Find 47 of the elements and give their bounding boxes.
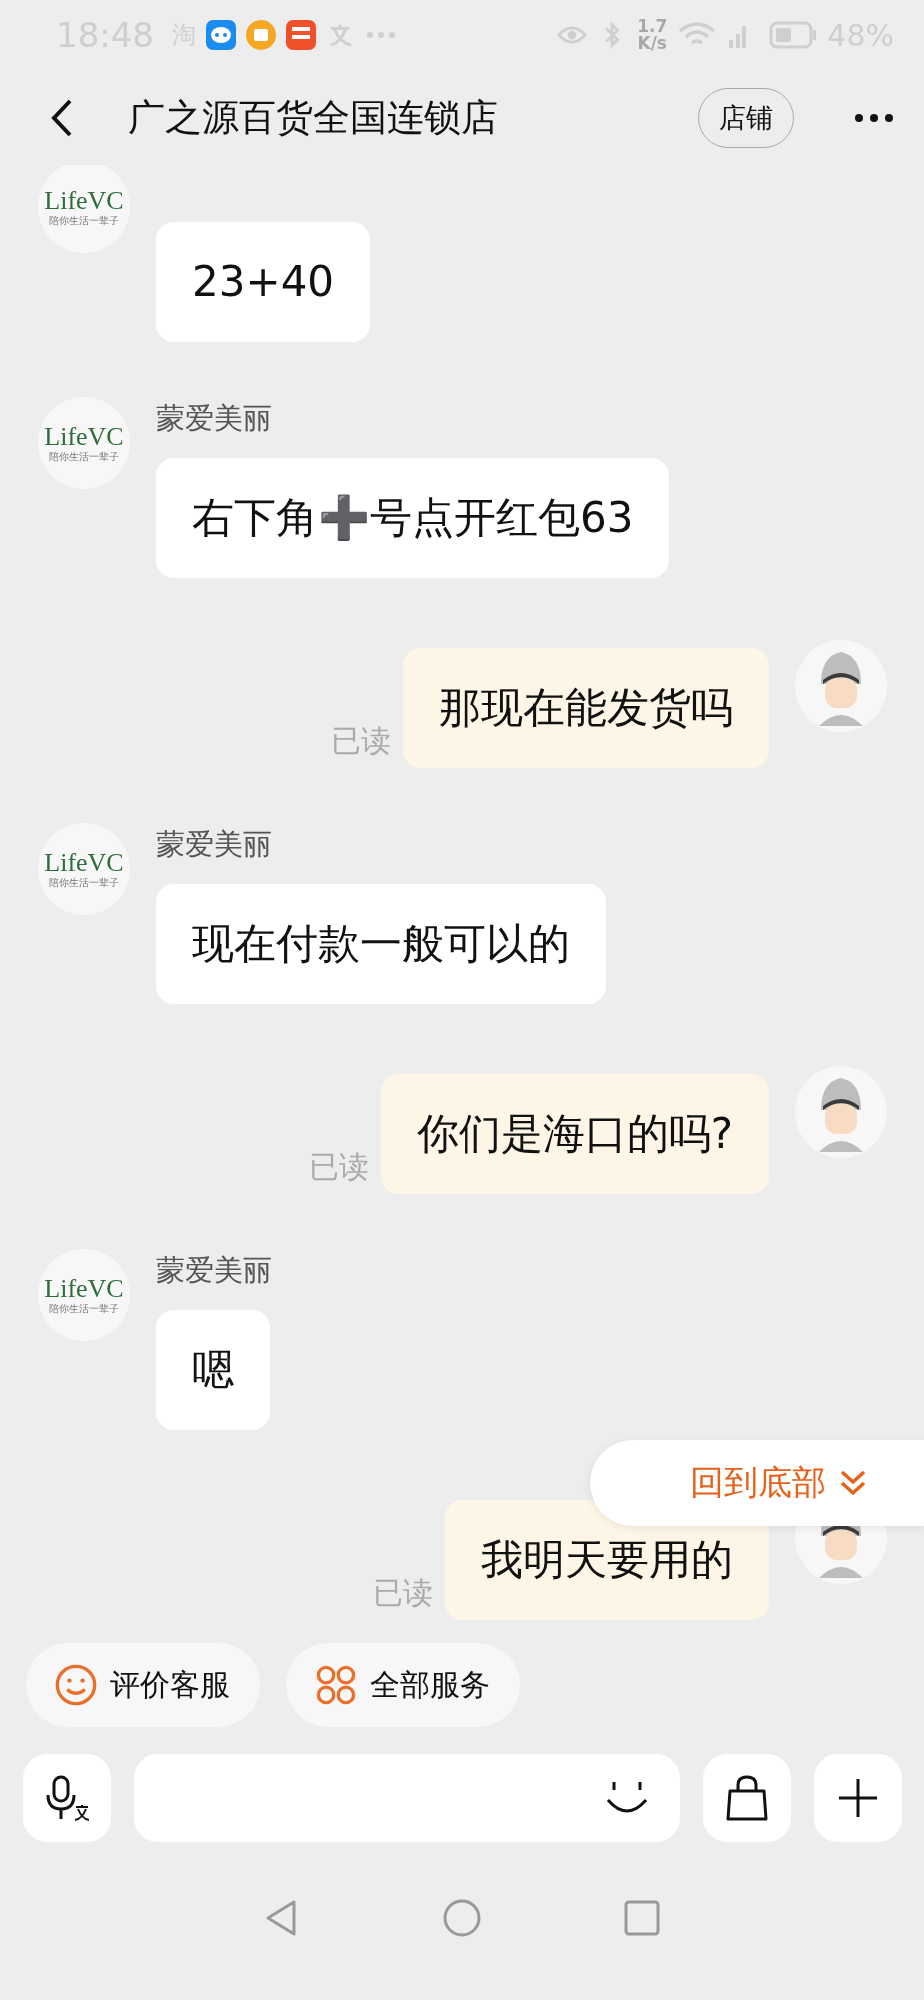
- chat-title: 广之源百货全国连锁店: [128, 94, 499, 141]
- message-bubble: 23+40: [156, 222, 371, 342]
- sender-name: 蒙爱美丽: [156, 826, 272, 863]
- read-status: 已读: [331, 722, 391, 760]
- sender-name: 蒙爱美丽: [156, 1252, 272, 1289]
- bank-app-icon: [286, 20, 316, 50]
- four-circles-icon: [314, 1663, 358, 1707]
- message-input[interactable]: [134, 1753, 680, 1842]
- store-avatar[interactable]: LifeVC 陪你生活一辈子: [38, 165, 130, 253]
- back-to-bottom-toast[interactable]: 回到底部: [590, 1440, 924, 1526]
- wallet-app-icon: [246, 20, 276, 50]
- quick-action-button[interactable]: 评价客服: [26, 1643, 260, 1727]
- avatar-tagline: 陪你生活一辈子: [49, 451, 119, 463]
- message-bubble: 那现在能发货吗: [403, 648, 769, 768]
- shop-button[interactable]: 店铺: [698, 87, 794, 148]
- user-avatar[interactable]: [795, 640, 887, 732]
- message-bubble: 你们是海口的吗?: [380, 1074, 769, 1194]
- network-speed: 1.7: [637, 18, 668, 35]
- smiley-icon: [54, 1663, 98, 1707]
- robot-app-icon: [206, 20, 236, 50]
- network-speed-unit: K/s: [637, 35, 667, 52]
- shopping-bag-button[interactable]: [703, 1753, 791, 1842]
- avatar-tagline: 陪你生活一辈子: [49, 1303, 119, 1315]
- message-bubble: 嗯: [156, 1310, 270, 1430]
- avatar-logo-text: LifeVC: [44, 423, 124, 451]
- store-avatar[interactable]: LifeVC 陪你生活一辈子: [38, 397, 130, 489]
- more-notifications-icon: [366, 31, 396, 39]
- battery-icon: [769, 21, 818, 49]
- read-status: 已读: [308, 1148, 369, 1186]
- sender-name: 蒙爱美丽: [156, 400, 272, 437]
- add-button[interactable]: [814, 1753, 902, 1842]
- user-avatar[interactable]: [795, 1066, 887, 1158]
- read-status: 已读: [373, 1574, 433, 1612]
- avatar-logo-text: LifeVC: [44, 187, 124, 215]
- avatar-tagline: 陪你生活一辈子: [49, 877, 119, 889]
- message-bubble: 现在付款一般可以的: [156, 884, 606, 1004]
- double-chevron-down-icon: [838, 1468, 868, 1498]
- voice-input-button[interactable]: [23, 1753, 111, 1842]
- store-avatar[interactable]: LifeVC 陪你生活一辈子: [38, 823, 130, 915]
- avatar-logo-text: LifeVC: [44, 849, 124, 877]
- home-nav-icon[interactable]: [442, 1897, 482, 1938]
- message-bubble: 右下角➕号点开红包63: [156, 458, 670, 578]
- avatar-logo-text: LifeVC: [44, 1275, 124, 1303]
- more-icon[interactable]: [854, 112, 894, 123]
- quick-action-button[interactable]: 全部服务: [286, 1643, 520, 1727]
- store-avatar[interactable]: LifeVC 陪你生活一辈子: [38, 1249, 130, 1341]
- avatar-tagline: 陪你生活一辈子: [49, 215, 119, 227]
